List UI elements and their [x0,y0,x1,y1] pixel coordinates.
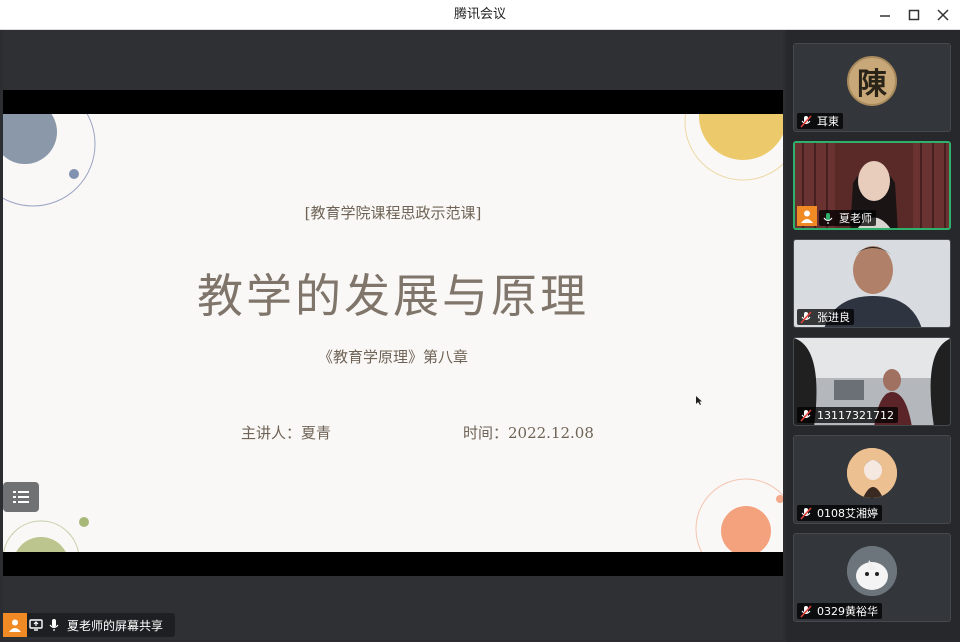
participant-name: 0108艾湘婷 [817,507,878,520]
list-icon [13,491,29,503]
letterbox-bottom [3,552,783,576]
participant-name: 夏老师 [839,212,872,225]
mic-muted-icon [799,408,813,422]
participant-tile[interactable]: 0108艾湘婷 [793,435,951,524]
close-button[interactable] [928,0,958,30]
screen-share-label: 夏老师的屏幕共享 [67,618,164,633]
host-badge-icon [797,206,817,226]
presentation-slide: [教育学院课程思政示范课] 教学的发展与原理 《教育学原理》第八章 主讲人：夏青… [3,114,783,552]
shared-screen-stage: [教育学院课程思政示范课] 教学的发展与原理 《教育学原理》第八章 主讲人：夏青… [3,30,783,640]
participant-name-tag: 耳東 [797,113,843,129]
participant-tile-active-speaker[interactable]: 夏老师 [793,141,951,230]
participant-sidebar: 陳 耳東 夏老师 张进良 13117321712 0108艾湘婷 0329黄裕华 [786,30,960,642]
mic-muted-icon [799,114,813,128]
participant-name-tag: 13117321712 [797,407,898,423]
avatar [847,546,897,596]
title-bar: 腾讯会议 [0,0,960,30]
participant-tile[interactable]: 陳 耳東 [793,43,951,132]
slide-chapter: 《教育学原理》第八章 [317,348,468,366]
participant-tile[interactable]: 张进良 [793,239,951,328]
screen-share-icon [27,613,45,637]
participant-name: 0329黄裕华 [817,605,878,618]
maximize-icon [908,9,920,21]
slide-decoration-top-left [3,114,96,207]
avatar [847,448,897,498]
outline-menu-button[interactable] [3,482,39,512]
close-icon [937,9,949,21]
window-title: 腾讯会议 [453,7,506,22]
participant-name: 耳東 [817,115,839,128]
participant-name-tag: 夏老师 [819,210,876,226]
slide-decoration-bottom-right [695,478,783,552]
participant-name: 张进良 [817,311,850,324]
screen-share-indicator[interactable]: 夏老师的屏幕共享 [3,613,175,637]
slide-title: 教学的发展与原理 [197,269,589,323]
slide-subtitle: [教育学院课程思政示范课] [304,204,482,222]
avatar-text: 陳 [857,67,887,102]
mic-muted-icon [799,506,813,520]
participant-name-tag: 0329黄裕华 [797,603,882,619]
letterbox-top [3,90,783,114]
host-avatar-icon [3,613,27,637]
minimize-button[interactable] [870,0,900,30]
slide-presenter: 主讲人：夏青 [241,424,332,442]
maximize-button[interactable] [899,0,929,30]
mouse-cursor-icon [696,396,702,405]
microphone-icon [45,613,63,637]
minimize-icon [880,15,890,17]
participant-name-tag: 张进良 [797,309,854,325]
participant-tile[interactable]: 0329黄裕华 [793,533,951,622]
participant-tile[interactable]: 13117321712 [793,337,951,426]
mic-muted-icon [799,310,813,324]
slide-date: 时间：2022.12.08 [463,424,594,442]
participant-name: 13117321712 [817,408,894,422]
participant-name-tag: 0108艾湘婷 [797,505,882,521]
avatar: 陳 [847,56,897,106]
microphone-icon [821,211,835,225]
mic-muted-icon [799,604,813,618]
slide-decoration-top-right [684,114,783,181]
